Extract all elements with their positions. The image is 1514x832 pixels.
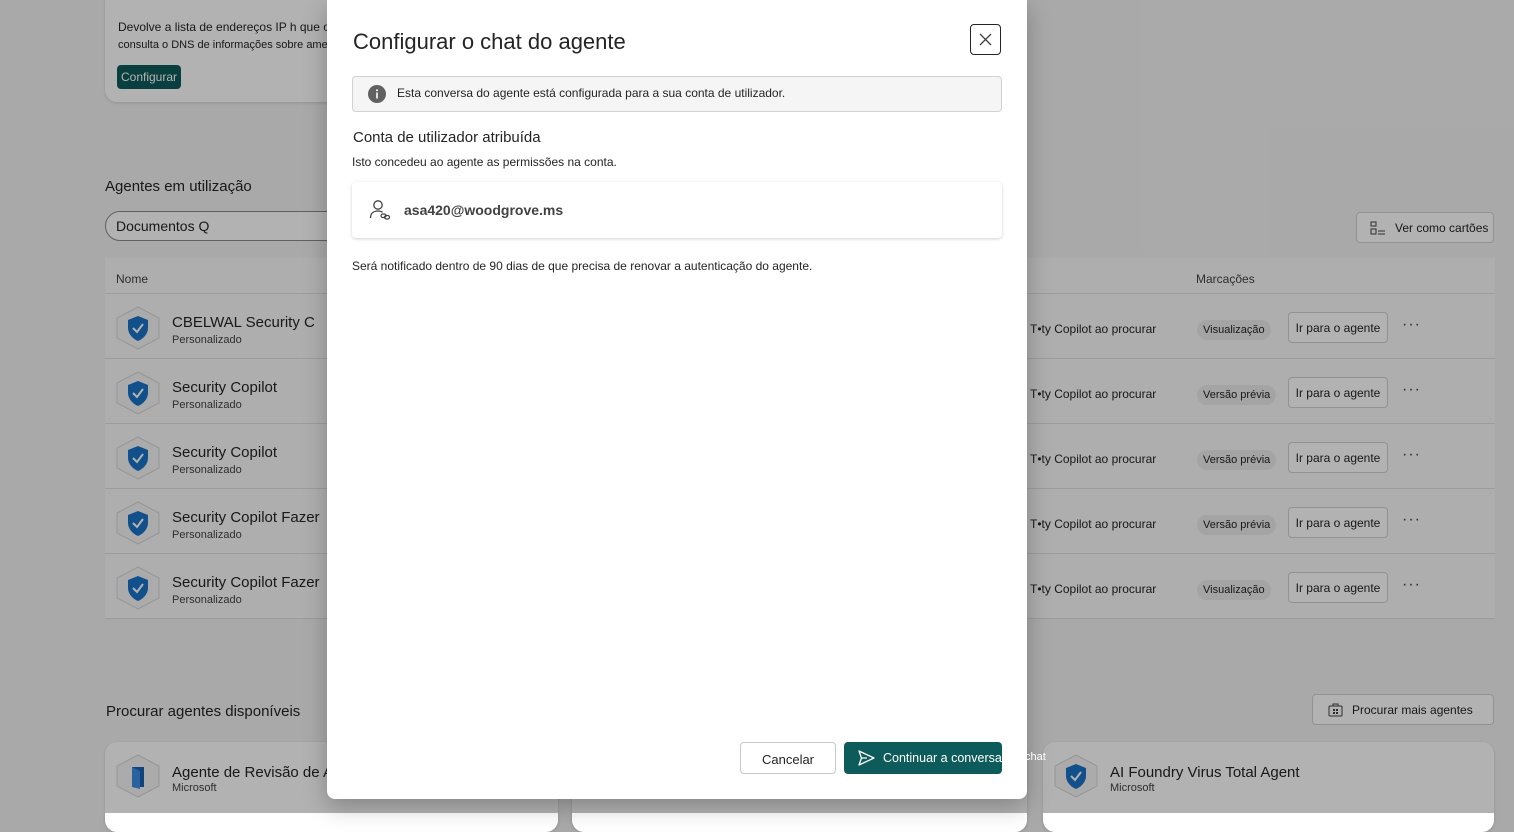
account-email: asa420@woodgrove.ms <box>404 202 564 218</box>
continue-label-overflow: chat <box>1025 751 1046 763</box>
dialog-title: Configurar o chat do agente <box>353 29 626 54</box>
info-text: Esta conversa do agente está configurada… <box>397 86 786 100</box>
send-icon <box>858 750 875 766</box>
configure-agent-chat-dialog: Configurar o chat do agente Esta convers… <box>327 0 1027 799</box>
close-icon <box>979 33 992 46</box>
user-link-icon <box>369 200 391 220</box>
continue-chat-button[interactable]: Continuar a conversar <box>844 742 1002 774</box>
assigned-account-heading: Conta de utilizador atribuída <box>353 129 541 146</box>
info-banner: Esta conversa do agente está configurada… <box>352 76 1002 112</box>
assigned-account-description: Isto concedeu ao agente as permissões na… <box>352 155 617 169</box>
account-card: asa420@woodgrove.ms <box>352 182 1002 238</box>
close-button[interactable] <box>970 24 1001 55</box>
info-icon <box>368 85 386 103</box>
renewal-notice: Será notificado dentro de 90 dias de que… <box>352 259 813 273</box>
continue-chat-label: Continuar a conversar <box>883 751 1002 765</box>
cancel-button[interactable]: Cancelar <box>740 742 836 774</box>
